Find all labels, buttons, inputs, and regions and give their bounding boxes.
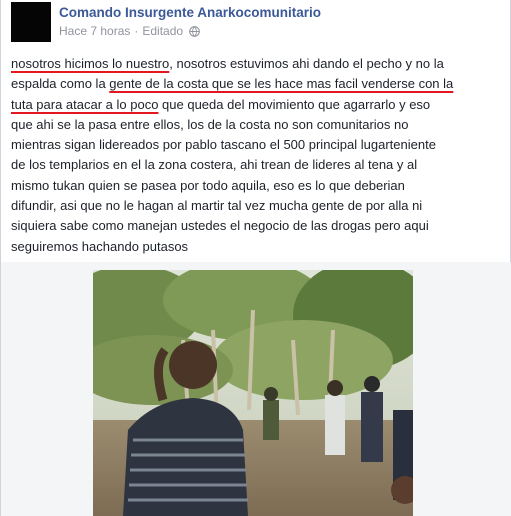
highlight-underlined: tuta para atacar a lo poco [11,96,159,112]
post-text: nosotros hicimos lo nuestro, nosotros es… [11,54,506,257]
photo-image [93,270,413,516]
text-line: que ahi se la pasa entre ellos, los de l… [11,116,409,132]
edited-label[interactable]: Editado [142,24,183,38]
text-line: espalda como la gente de la costa que se… [11,74,506,94]
post-photo[interactable] [93,270,413,516]
avatar[interactable] [11,2,51,42]
facebook-post: Comando Insurgente Anarkocomunitario Hac… [0,0,511,516]
text-segment: , nosotros estuvimos ahi dando el pecho … [169,56,444,71]
text-segment: espalda como la [11,76,110,92]
globe-icon[interactable] [189,25,200,37]
text-line: mismo tukan quien se pasea por todo aqui… [11,177,405,193]
photo-container [1,262,511,516]
highlight-underlined: gente de la costa que se les hace mas fa… [109,76,454,92]
text-line: tuta para atacar a lo poco que queda del… [11,95,506,115]
text-line: difundir, asi que no le hagan al martir … [11,198,423,214]
highlight-underlined: nosotros hicimos lo nuestro [11,56,170,71]
text-segment: que queda del movimiento que agarrarlo y… [158,96,431,112]
text-line: siquiera sabe como manejan ustedes el ne… [11,218,429,234]
meta-separator: · [134,24,139,38]
text-line: seguiremos hachando putasos [11,238,189,254]
text-line: mientras sigan lidereados por pablo tasc… [11,137,436,153]
post-time[interactable]: Hace 7 horas [59,24,130,38]
text-line: nosotros hicimos lo nuestro, nosotros es… [11,54,506,74]
post-meta: Hace 7 horas · Editado [59,24,200,38]
text-line: de los templarios en el la zona costera,… [11,157,418,173]
author-name[interactable]: Comando Insurgente Anarkocomunitario [59,5,321,20]
